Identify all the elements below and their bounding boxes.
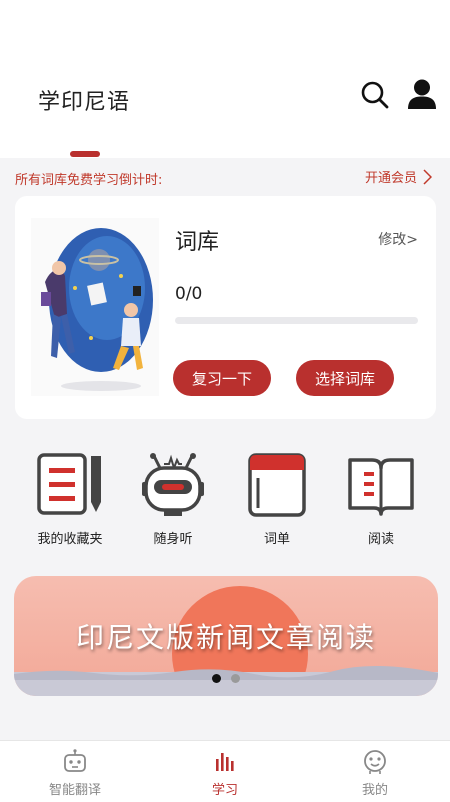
nav-mine[interactable]: 我的: [320, 749, 430, 798]
free-study-notice: 所有词库免费学习倒计时: 开通会员: [0, 162, 450, 192]
review-button[interactable]: 复习一下: [173, 360, 271, 396]
news-reading-banner[interactable]: 印尼文版新闻文章阅读: [14, 576, 438, 696]
nav-label: 我的: [361, 783, 388, 798]
favorites-list-icon: [37, 453, 101, 515]
countdown-text: 所有词库免费学习倒计时:: [15, 173, 163, 188]
feature-label: 词单: [263, 532, 290, 547]
bottom-navigation: 智能翻译 学习 我的: [0, 740, 450, 802]
chevron-right-icon: [423, 168, 432, 185]
progress-text: 0/0: [175, 284, 203, 304]
robot-icon: [64, 749, 86, 772]
bar-chart-icon: [216, 753, 234, 771]
edit-vocabulary-link[interactable]: 修改>: [378, 229, 418, 249]
feature-label: 阅读: [367, 532, 394, 547]
nav-label: 智能翻译: [48, 783, 101, 798]
feature-listen[interactable]: 随身听: [128, 452, 218, 552]
header: 学印尼语: [0, 0, 450, 158]
feature-wordlist[interactable]: 词单: [232, 452, 322, 552]
vocabulary-card: 词库 修改> 0/0 复习一下 选择词库: [15, 196, 436, 419]
progress-bar: [175, 317, 418, 324]
carousel-dot[interactable]: [231, 674, 240, 683]
vip-link[interactable]: 开通会员: [365, 167, 432, 186]
carousel-dot-active[interactable]: [212, 674, 221, 683]
vip-label: 开通会员: [364, 171, 417, 186]
wordbook-icon: [248, 453, 306, 517]
feature-label: 我的收藏夹: [37, 532, 103, 547]
search-icon: [361, 81, 389, 109]
tab-indicator: [70, 151, 100, 157]
user-icon: [408, 79, 436, 109]
banner-title: 印尼文版新闻文章阅读: [75, 621, 376, 654]
study-illustration: [31, 218, 159, 396]
feature-favorites[interactable]: 我的收藏夹: [25, 452, 115, 552]
robot-radio-icon: [142, 453, 204, 516]
nav-label: 学习: [211, 783, 238, 798]
nav-study[interactable]: 学习: [170, 749, 280, 798]
carousel-dots: [14, 674, 438, 683]
search-button[interactable]: [360, 80, 390, 110]
feature-reading[interactable]: 阅读: [336, 452, 426, 552]
feature-label: 随身听: [153, 532, 193, 547]
card-title: 词库: [175, 230, 220, 255]
open-book-icon: [348, 458, 414, 516]
page-title: 学印尼语: [38, 90, 131, 115]
face-icon: [364, 750, 386, 774]
nav-translate[interactable]: 智能翻译: [20, 749, 130, 798]
select-vocabulary-button[interactable]: 选择词库: [296, 360, 394, 396]
user-profile-button[interactable]: [406, 78, 438, 110]
